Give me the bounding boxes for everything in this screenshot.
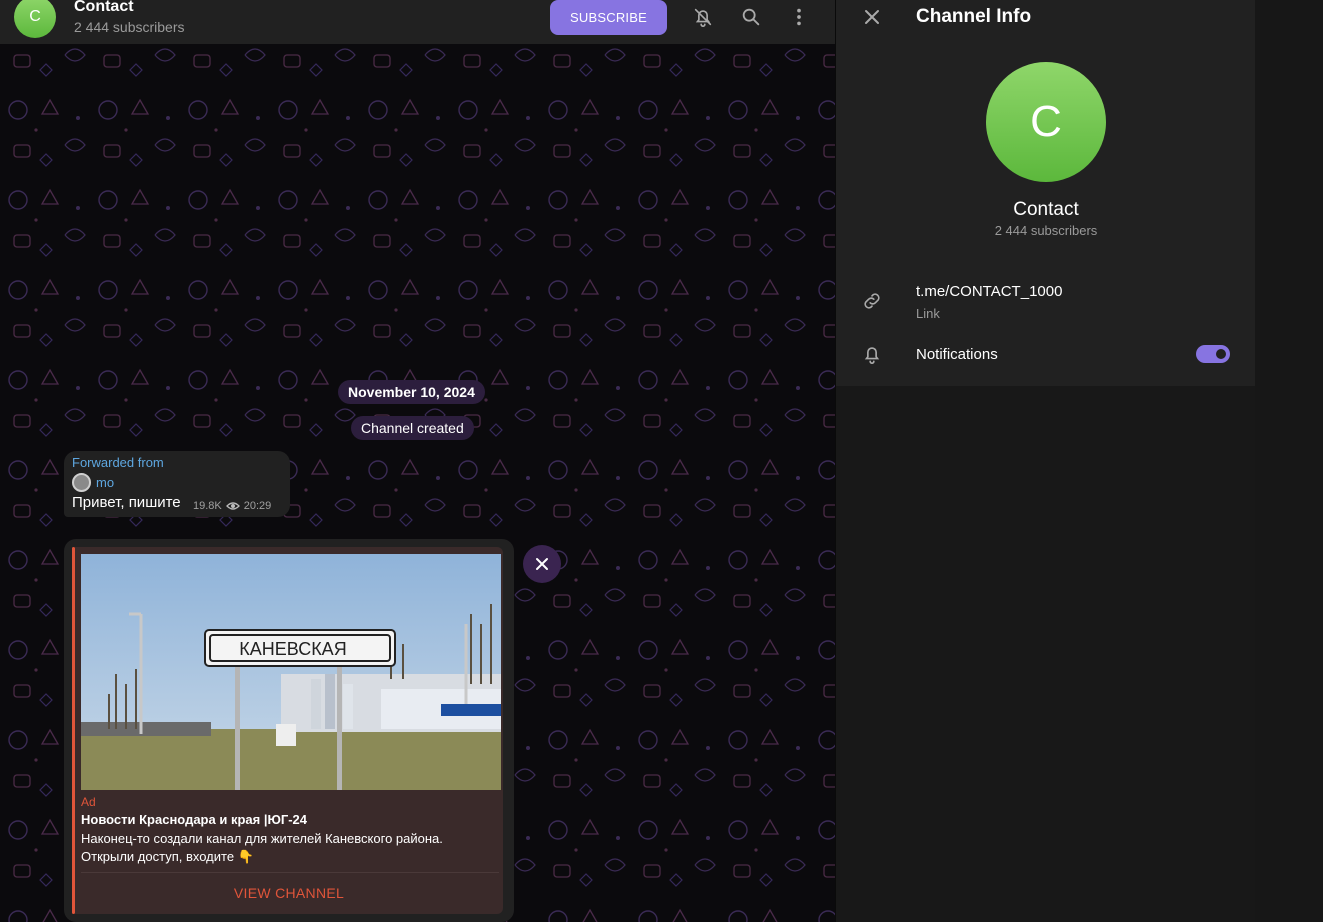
close-panel-button[interactable]	[860, 5, 884, 29]
sender-avatar[interactable]	[72, 473, 91, 492]
channel-info-card: Channel Info C Contact 2 444 subscribers…	[836, 0, 1256, 386]
views-count: 19.8K	[193, 500, 222, 512]
notifications-toggle[interactable]	[1196, 345, 1230, 363]
channel-subscribers: 2 444 subscribers	[74, 19, 185, 35]
ad-title: Новости Краснодара и края |ЮГ-24	[81, 812, 308, 827]
message-meta: 19.8K 20:29	[193, 500, 271, 512]
ad-image[interactable]: КАНЕВСКАЯ	[81, 554, 501, 790]
channel-subscribers: 2 444 subscribers	[994, 223, 1098, 238]
message-time: 20:29	[243, 500, 272, 512]
ad-description: Наконец-то создали канал для жителей Кан…	[81, 830, 501, 866]
search-icon[interactable]	[738, 4, 764, 30]
close-icon	[536, 558, 548, 570]
message-text: Привет, пишите	[72, 494, 181, 511]
channel-name: Contact	[1013, 199, 1079, 220]
toggle-knob	[1213, 346, 1229, 362]
sponsored-message[interactable]: КАНЕВСКАЯ Ad Новости Краснодара и края |…	[64, 539, 514, 922]
forwarded-label: Forwarded from	[72, 455, 164, 470]
channel-link-label: Link	[916, 306, 940, 321]
ad-label: Ad	[81, 795, 96, 809]
notifications-label: Notifications	[916, 346, 998, 363]
close-icon	[865, 10, 879, 24]
ad-separator	[81, 872, 499, 873]
view-channel-button[interactable]: VIEW CHANNEL	[75, 885, 503, 901]
sender-name[interactable]: mo	[96, 475, 114, 490]
close-ad-button[interactable]	[523, 545, 561, 583]
panel-title: Channel Info	[916, 6, 1032, 27]
ad-image-sign-text: КАНЕВСКАЯ	[239, 639, 346, 659]
channel-link[interactable]: t.me/CONTACT_1000	[916, 283, 1062, 300]
chat-area: C Contact 2 444 subscribers SUBSCRIBE No…	[0, 0, 835, 922]
avatar-letter: C	[1030, 97, 1062, 146]
more-vertical-icon[interactable]	[786, 4, 812, 30]
mute-bell-icon[interactable]	[690, 4, 716, 30]
bell-icon	[860, 342, 884, 366]
window-edge	[1255, 0, 1323, 922]
ad-description-line1: Наконец-то создали канал для жителей Кан…	[81, 831, 443, 846]
avatar-letter: C	[29, 8, 41, 25]
eye-icon	[225, 502, 240, 510]
chat-header: C Contact 2 444 subscribers SUBSCRIBE	[0, 0, 835, 44]
link-icon	[860, 289, 884, 313]
ad-description-line2: Открыли доступ, входите 👇	[81, 849, 254, 864]
channel-info-panel: Channel Info C Contact 2 444 subscribers…	[835, 0, 1256, 922]
telegram-window: C Contact 2 444 subscribers SUBSCRIBE No…	[0, 0, 1323, 922]
subscribe-button[interactable]: SUBSCRIBE	[550, 0, 667, 35]
date-separator: November 10, 2024	[338, 380, 485, 404]
channel-avatar[interactable]: C	[14, 0, 56, 38]
service-message: Channel created	[351, 416, 474, 440]
forwarded-message[interactable]: Forwarded from mo Привет, пишите 19.8K 2…	[64, 451, 290, 517]
channel-title[interactable]: Contact	[74, 0, 134, 16]
channel-avatar-large[interactable]: C	[986, 62, 1106, 182]
